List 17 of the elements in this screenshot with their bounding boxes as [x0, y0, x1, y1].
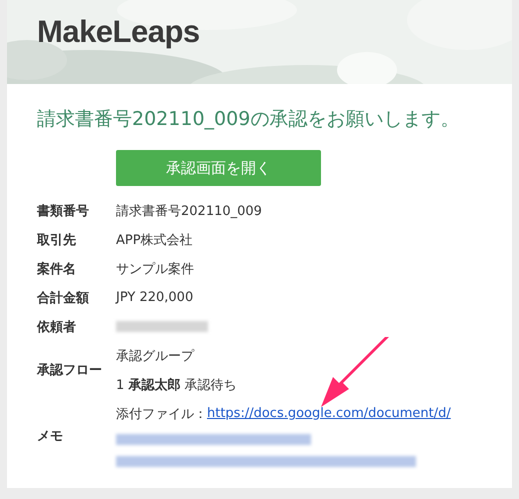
field-label: 取引先: [37, 232, 77, 250]
attachment-link[interactable]: https://docs.google.com/document/d/: [207, 406, 451, 421]
field-value: 承認グループ: [116, 348, 194, 364]
logo: MakeLeaps: [37, 14, 200, 50]
field-value: JPY 220,000: [116, 290, 194, 305]
field-label: 依頼者: [37, 318, 77, 336]
field-value: 請求書番号202110_009: [116, 202, 262, 220]
attachment-text: 添付ファイル：: [116, 406, 207, 422]
approval-step: 1 承認太郎 承認待ち: [116, 376, 237, 394]
field-label: メモ: [37, 428, 64, 446]
field-label: 合計金額: [37, 290, 90, 308]
field-label: 書類番号: [37, 202, 90, 220]
field-value: サンプル案件: [116, 260, 194, 278]
email-heading: 請求書番号202110_009の承認をお願いします。: [37, 107, 460, 132]
field-label: 案件名: [37, 260, 77, 278]
field-label: 承認フロー: [37, 362, 103, 380]
field-value: APP株式会社: [116, 232, 193, 248]
